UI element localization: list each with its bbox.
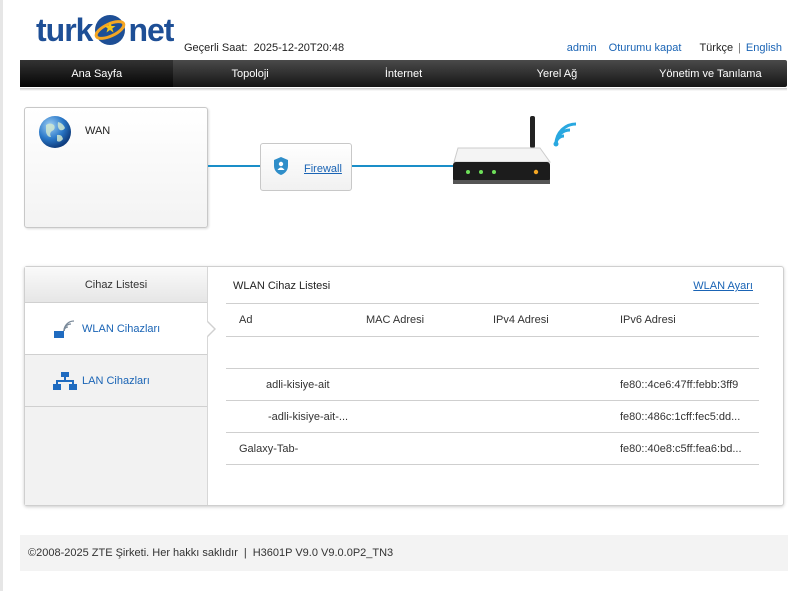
active-arrow-icon (207, 321, 216, 337)
table-row: -adli-kisiye-ait-... fe80::486c:1cff:fec… (226, 400, 759, 433)
sidebar-item-lan-label: LAN Cihazları (82, 374, 150, 387)
top-links: admin Oturumu kapat Türkçe | English (567, 42, 782, 54)
cell-ipv4 (480, 336, 607, 369)
tab-topoloji[interactable]: Topoloji (173, 60, 326, 87)
table-row: adli-kisiye-ait fe80::4ce6:47ff:febb:3ff… (226, 368, 759, 401)
connection-line-wan (208, 165, 261, 167)
col-ipv4: IPv4 Adresi (480, 303, 607, 337)
main-nav: Ana Sayfa Topoloji İnternet Yerel Ağ Yön… (20, 60, 787, 87)
router-icon (453, 116, 577, 184)
logo-text-net: net (128, 11, 174, 48)
wlan-device-list-title: WLAN Cihaz Listesi (233, 280, 331, 292)
cell-ipv4 (480, 400, 607, 433)
tab-yonetim[interactable]: Yönetim ve Tanılama (634, 60, 787, 87)
globe-icon (39, 116, 71, 148)
cell-ipv4 (480, 368, 607, 401)
wan-label: WAN (85, 125, 111, 137)
left-border (0, 0, 3, 591)
cell-mac (353, 368, 480, 401)
table-header-row: Ad MAC Adresi IPv4 Adresi IPv6 Adresi (226, 303, 759, 337)
cell-ipv6 (607, 336, 759, 369)
firewall-link[interactable]: Firewall (304, 163, 342, 175)
copyright-text: ©2008-2025 ZTE Şirketi. Her hakkı saklıd… (28, 547, 238, 559)
footer: ©2008-2025 ZTE Şirketi. Her hakkı saklıd… (20, 535, 788, 571)
cell-ipv6: fe80::486c:1cff:fec5:dd... (607, 400, 759, 433)
user-link[interactable]: admin (567, 42, 597, 54)
sidebar-item-lan[interactable]: LAN Cihazları (25, 355, 207, 407)
cell-ipv4 (480, 432, 607, 465)
sidebar-item-wlan[interactable]: WLAN Cihazları (25, 303, 216, 355)
col-ipv6: IPv6 Adresi (607, 303, 759, 337)
tab-ana-sayfa[interactable]: Ana Sayfa (20, 60, 174, 87)
footer-separator: | (243, 547, 247, 559)
firmware-version: H3601P V9.0 V9.0.0P2_TN3 (252, 547, 394, 559)
device-sidebar: Cihaz Listesi WLAN Cihazları LAN Cihazla… (25, 267, 216, 505)
device-panel: Cihaz Listesi WLAN Cihazları LAN Cihazla… (24, 266, 784, 506)
shield-icon (274, 157, 288, 175)
language-separator: | (738, 42, 741, 54)
logout-link[interactable]: Oturumu kapat (609, 42, 682, 54)
table-row (226, 336, 759, 369)
nav-shadow (20, 88, 787, 91)
wlan-device-table: Ad MAC Adresi IPv4 Adresi IPv6 Adresi ad… (226, 303, 759, 465)
col-mac: MAC Adresi (353, 303, 480, 337)
cell-ipv6: fe80::4ce6:47ff:febb:3ff9 (607, 368, 759, 401)
wlan-icon (54, 319, 75, 338)
table-row: Galaxy-Tab- fe80::40e8:c5ff:fea6:bd... (226, 432, 759, 465)
cell-mac (353, 432, 480, 465)
cell-mac (353, 336, 480, 369)
clock-label: Geçerli Saat: (184, 42, 248, 54)
device-list-title: Cihaz Listesi (25, 267, 207, 303)
wan-box[interactable]: WAN (24, 107, 208, 228)
logo-text-turk: turk (36, 11, 93, 48)
connection-line-router (352, 165, 454, 167)
language-current: Türkçe (699, 42, 734, 54)
firewall-box[interactable]: Firewall (260, 143, 352, 191)
language-english-link[interactable]: English (746, 42, 782, 54)
lan-icon (53, 371, 77, 390)
sidebar-item-wlan-label: WLAN Cihazları (82, 322, 161, 335)
clock-value: 2025-12-20T20:48 (253, 42, 345, 54)
cell-name: Galaxy-Tab- (226, 432, 353, 465)
tab-yerel-ag[interactable]: Yerel Ağ (480, 60, 633, 87)
tab-internet[interactable]: İnternet (327, 60, 480, 87)
wlan-settings-link[interactable]: WLAN Ayarı (693, 280, 753, 292)
cell-name (226, 336, 353, 369)
turknet-logo: turk net (36, 10, 174, 50)
cell-mac (353, 400, 480, 433)
col-name: Ad (226, 303, 353, 337)
logo-globe-icon (95, 15, 126, 45)
cell-name: -adli-kisiye-ait-... (226, 400, 353, 433)
current-time: Geçerli Saat: 2025-12-20T20:48 (184, 42, 344, 54)
cell-ipv6: fe80::40e8:c5ff:fea6:bd... (607, 432, 759, 465)
cell-name: adli-kisiye-ait (226, 368, 353, 401)
